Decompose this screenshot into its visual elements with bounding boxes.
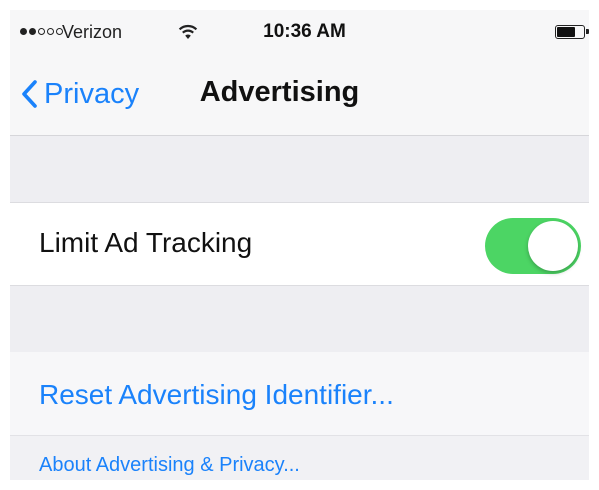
limit-ad-tracking-row: Limit Ad Tracking <box>10 202 589 286</box>
reset-identifier-row: Reset Advertising Identifier... <box>10 352 589 436</box>
limit-ad-tracking-label: Limit Ad Tracking <box>39 227 253 258</box>
page-title: Advertising <box>199 76 360 108</box>
reset-advertising-identifier-button[interactable]: Reset Advertising Identifier... <box>39 379 394 411</box>
limit-ad-tracking-toggle[interactable] <box>485 218 581 274</box>
status-bar: Verizon 10:36 AM <box>10 10 589 52</box>
section-spacer <box>10 286 589 352</box>
toggle-knob <box>528 221 578 271</box>
battery-icon <box>555 25 589 39</box>
about-advertising-privacy-link[interactable]: About Advertising & Privacy... <box>39 454 300 477</box>
navigation-bar: Privacy Advertising <box>10 52 589 136</box>
ios-settings-screen: Verizon 10:36 AM Privacy Advertising Lim… <box>10 10 589 480</box>
status-time: 10:36 AM <box>263 21 346 42</box>
section-spacer <box>10 136 589 202</box>
